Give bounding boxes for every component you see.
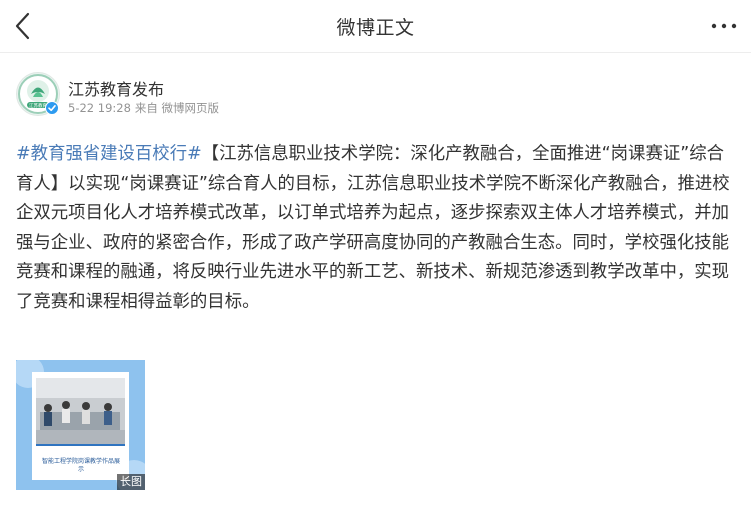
post-timestamp: 5-22 19:28 <box>68 101 131 115</box>
post-source[interactable]: 来自 微博网页版 <box>135 101 219 115</box>
author-name[interactable]: 江苏教育发布 <box>68 76 164 100</box>
page-title: 微博正文 <box>336 17 415 39</box>
post-body-text: 【江苏信息职业技术学院：深化产教融合，全面推进“岗课赛证”综合育人】以实现“岗课… <box>16 144 730 312</box>
verified-badge-icon <box>45 101 59 115</box>
author-header: 江苏教育 江苏教育发布 5-22 19:28 来自 微博网页版 <box>16 72 516 118</box>
hashtag-link[interactable]: #教育强省建设百校行# <box>16 144 202 164</box>
post-image-thumbnail[interactable]: 智能工程学院岗课教学作品展示 长图 <box>16 360 145 490</box>
long-image-badge: 长图 <box>117 474 145 490</box>
post-body: #教育强省建设百校行#【江苏信息职业技术学院：深化产教融合，全面推进“岗课赛证”… <box>16 140 738 318</box>
weibo-post-page: 微博正文 江苏教育 江苏教育发布 5-22 19:28 来自 微博网页版 #教育… <box>0 0 751 507</box>
post-meta: 5-22 19:28 来自 微博网页版 <box>68 100 223 116</box>
top-navbar: 微博正文 <box>0 0 751 53</box>
more-dots-icon <box>711 23 737 29</box>
more-button[interactable] <box>709 18 739 34</box>
thumbnail-caption: 智能工程学院岗课教学作品展示 <box>42 458 121 473</box>
